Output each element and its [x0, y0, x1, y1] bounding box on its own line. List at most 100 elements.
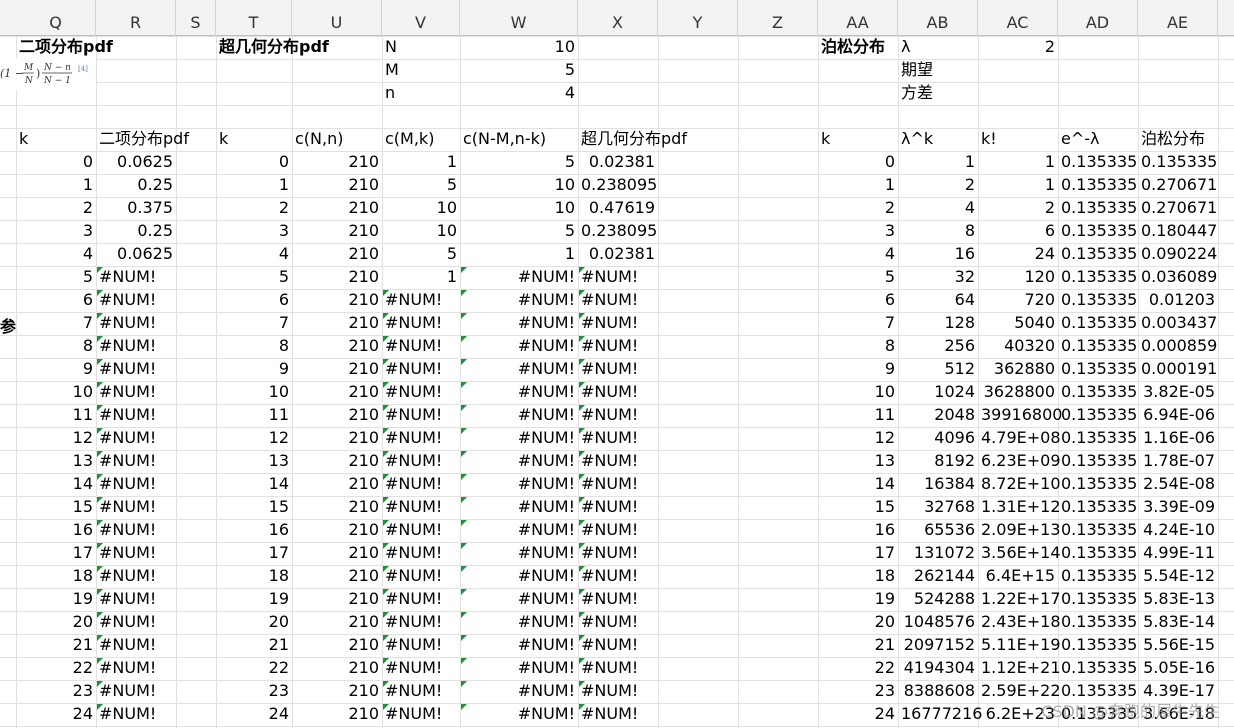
poisson-value[interactable]: 5.56E-15 [1141, 634, 1215, 656]
k-cell[interactable]: 10 [219, 381, 289, 403]
cNMnk-value[interactable]: 5 [463, 220, 575, 242]
error-cell[interactable]: #NUM! [581, 680, 655, 702]
e-lambda-value[interactable]: 0.135335 [1061, 404, 1137, 426]
poisson-value[interactable]: 4.24E-10 [1141, 519, 1215, 541]
cNn-value[interactable]: 210 [295, 335, 379, 357]
k-cell[interactable]: 13 [219, 450, 289, 472]
factorial-value[interactable]: 3628800 [981, 381, 1055, 403]
cMk-value[interactable]: 10 [385, 197, 457, 219]
cNn-value[interactable]: 210 [295, 289, 379, 311]
factorial-value[interactable]: 3.56E+14 [981, 542, 1061, 564]
lambda-power-value[interactable]: 32 [901, 266, 975, 288]
k-cell[interactable]: 24 [821, 703, 895, 725]
error-cell[interactable]: #NUM! [99, 519, 173, 541]
e-lambda-value[interactable]: 0.135335 [1061, 266, 1137, 288]
k-cell[interactable]: 9 [19, 358, 93, 380]
k-cell[interactable]: 3 [19, 220, 93, 242]
cNn-value[interactable]: 210 [295, 611, 379, 633]
error-cell[interactable]: #NUM! [581, 358, 655, 380]
column-header-y[interactable]: Y [658, 0, 738, 36]
factorial-value[interactable]: 6 [981, 220, 1055, 242]
k-cell[interactable]: 0 [219, 151, 289, 173]
factorial-value[interactable]: 1 [981, 151, 1055, 173]
factorial-value[interactable]: 2.43E+18 [981, 611, 1061, 633]
factorial-value[interactable]: 5.11E+19 [981, 634, 1061, 656]
error-cell[interactable]: #NUM! [463, 703, 575, 725]
cMk-value[interactable]: 5 [385, 174, 457, 196]
error-cell[interactable]: #NUM! [99, 634, 173, 656]
error-cell[interactable]: #NUM! [385, 657, 457, 679]
error-cell[interactable]: #NUM! [385, 358, 457, 380]
factorial-value[interactable]: 120 [981, 266, 1055, 288]
error-cell[interactable]: #NUM! [463, 266, 575, 288]
cNn-value[interactable]: 210 [295, 565, 379, 587]
k-cell[interactable]: 19 [219, 588, 289, 610]
e-lambda-value[interactable]: 0.135335 [1061, 358, 1137, 380]
hyper-param-label[interactable]: N [385, 36, 457, 58]
error-cell[interactable]: #NUM! [463, 473, 575, 495]
header-cNMnk[interactable]: c(N-M,n-k) [463, 128, 575, 150]
cNn-value[interactable]: 210 [295, 473, 379, 495]
error-cell[interactable]: #NUM! [581, 519, 655, 541]
k-cell[interactable]: 22 [219, 657, 289, 679]
cMk-value[interactable]: 5 [385, 243, 457, 265]
e-lambda-value[interactable]: 0.135335 [1061, 220, 1137, 242]
k-cell[interactable]: 20 [219, 611, 289, 633]
k-cell[interactable]: 10 [19, 381, 93, 403]
error-cell[interactable]: #NUM! [463, 565, 575, 587]
error-cell[interactable]: #NUM! [581, 335, 655, 357]
e-lambda-value[interactable]: 0.135335 [1061, 335, 1137, 357]
error-cell[interactable]: #NUM! [463, 519, 575, 541]
lambda-power-value[interactable]: 1024 [901, 381, 975, 403]
lambda-power-value[interactable]: 1048576 [901, 611, 975, 633]
k-cell[interactable]: 0 [19, 151, 93, 173]
column-header-aa[interactable]: AA [818, 0, 898, 36]
k-cell[interactable]: 18 [219, 565, 289, 587]
k-cell[interactable]: 17 [219, 542, 289, 564]
e-lambda-value[interactable]: 0.135335 [1061, 611, 1137, 633]
k-cell[interactable]: 19 [821, 588, 895, 610]
k-cell[interactable]: 15 [19, 496, 93, 518]
k-cell[interactable]: 1 [19, 174, 93, 196]
k-cell[interactable]: 6 [219, 289, 289, 311]
k-cell[interactable]: 18 [19, 565, 93, 587]
error-cell[interactable]: #NUM! [463, 335, 575, 357]
lambda-power-value[interactable]: 2048 [901, 404, 975, 426]
error-cell[interactable]: #NUM! [99, 680, 173, 702]
lambda-power-value[interactable]: 2 [901, 174, 975, 196]
e-lambda-value[interactable]: 0.135335 [1061, 381, 1137, 403]
column-header-s[interactable]: S [176, 0, 216, 36]
poisson-value[interactable]: 0.000859 [1141, 335, 1217, 357]
cNn-value[interactable]: 210 [295, 358, 379, 380]
error-cell[interactable]: #NUM! [581, 473, 655, 495]
column-header-z[interactable]: Z [738, 0, 818, 36]
k-cell[interactable]: 22 [821, 657, 895, 679]
header-lambda-k[interactable]: λ^k [901, 128, 975, 150]
error-cell[interactable]: #NUM! [99, 565, 173, 587]
k-cell[interactable]: 0 [821, 151, 895, 173]
header-hyper-pdf[interactable]: 超几何分布pdf [581, 128, 735, 150]
cNn-value[interactable]: 210 [295, 220, 379, 242]
k-cell[interactable]: 20 [19, 611, 93, 633]
k-cell[interactable]: 7 [219, 312, 289, 334]
error-cell[interactable]: #NUM! [463, 381, 575, 403]
e-lambda-value[interactable]: 0.135335 [1061, 289, 1137, 311]
cNn-value[interactable]: 210 [295, 657, 379, 679]
error-cell[interactable]: #NUM! [385, 312, 457, 334]
k-cell[interactable]: 6 [19, 289, 93, 311]
hyper-title[interactable]: 超几何分布pdf [219, 36, 379, 58]
k-cell[interactable]: 9 [821, 358, 895, 380]
error-cell[interactable]: #NUM! [463, 358, 575, 380]
error-cell[interactable]: #NUM! [463, 496, 575, 518]
binomial-title[interactable]: 二项分布pdf [19, 36, 173, 58]
k-cell[interactable]: 24 [19, 703, 93, 725]
k-cell[interactable]: 15 [821, 496, 895, 518]
error-cell[interactable]: #NUM! [581, 542, 655, 564]
k-cell[interactable]: 21 [19, 634, 93, 656]
binomial-value[interactable]: 0.25 [99, 174, 173, 196]
error-cell[interactable]: #NUM! [463, 289, 575, 311]
cNMnk-value[interactable]: 5 [463, 151, 575, 173]
factorial-value[interactable]: 24 [981, 243, 1055, 265]
k-cell[interactable]: 5 [821, 266, 895, 288]
error-cell[interactable]: #NUM! [581, 266, 655, 288]
